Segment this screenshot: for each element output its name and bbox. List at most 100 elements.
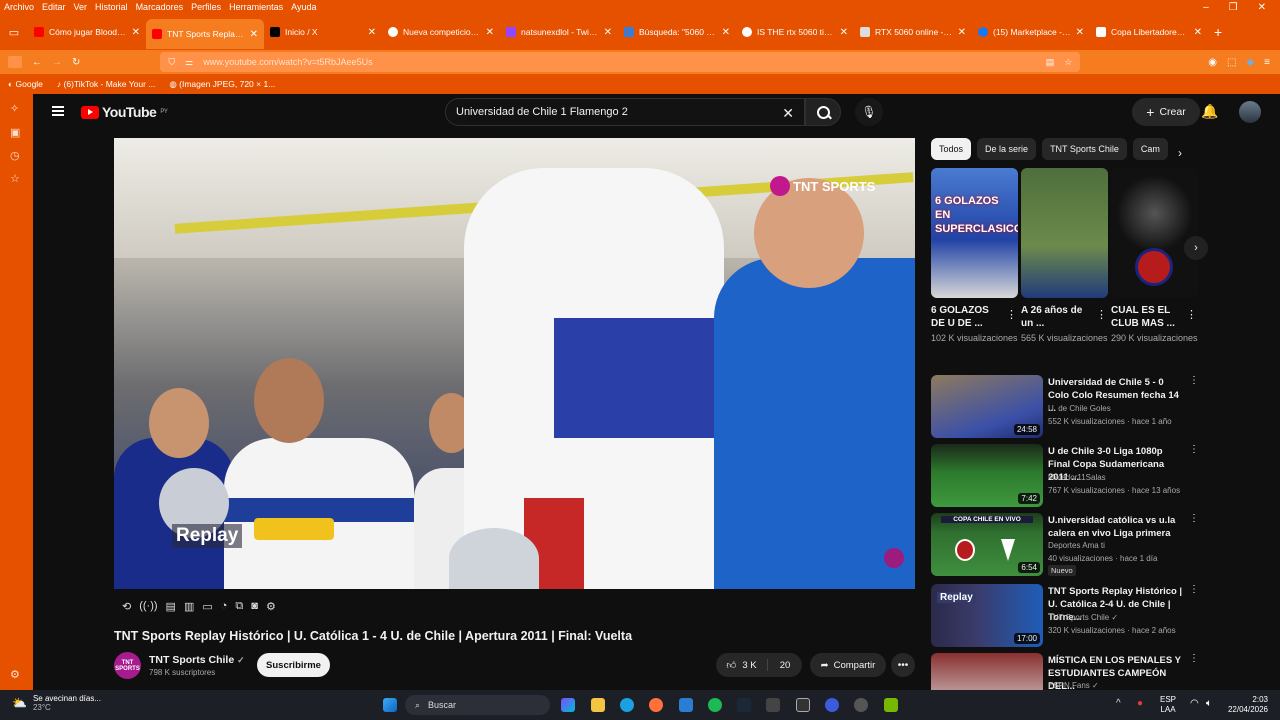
ea-app-icon[interactable] bbox=[825, 698, 839, 712]
video-menu-icon[interactable]: ⋮ bbox=[1189, 444, 1199, 455]
menu-archivo[interactable]: Archivo bbox=[4, 2, 34, 12]
close-tab-icon[interactable]: ✕ bbox=[604, 27, 612, 38]
url-bar[interactable]: ⛉ ⚌ www.youtube.com/watch?v=t5RbJAee5Us … bbox=[160, 52, 1081, 72]
new-tab-icon[interactable]: + bbox=[1214, 24, 1222, 40]
recommendation-item[interactable]: MÍSTICA EN LOS PENALES Y ESTUDIANTES CAM… bbox=[931, 653, 1195, 690]
short-item[interactable]: CUAL ES EL CLUB MAS ... 290 K visualizac… bbox=[1111, 168, 1198, 345]
browser-tab[interactable]: Cómo jugar Bloodborne✕ bbox=[28, 18, 146, 46]
tray-chevron-icon[interactable]: ^ bbox=[1116, 698, 1121, 709]
create-button[interactable]: + Crear bbox=[1132, 98, 1200, 126]
windows-start-icon[interactable] bbox=[383, 698, 397, 712]
minimize-icon[interactable]: – bbox=[1203, 2, 1209, 13]
notifications-bell-icon[interactable]: 🔔 bbox=[1201, 103, 1218, 120]
chip-todos[interactable]: Todos bbox=[931, 138, 972, 160]
browser-tab[interactable]: (15) Marketplace - Tarje✕ bbox=[972, 18, 1090, 46]
reader-view-icon[interactable]: ▤ bbox=[1046, 57, 1055, 68]
dislike-button[interactable]: 20 bbox=[768, 660, 802, 671]
spotify-icon[interactable] bbox=[708, 698, 722, 712]
bookmark-image[interactable]: ◍ (Imagen JPEG, 720 × 1... bbox=[169, 79, 275, 90]
tab-overview-icon[interactable]: ▭ bbox=[0, 26, 28, 39]
speed-icon[interactable]: ◔ bbox=[221, 600, 228, 612]
bookmark-star-icon[interactable]: ☆ bbox=[1064, 57, 1072, 68]
close-tab-icon[interactable]: ✕ bbox=[368, 27, 376, 38]
subscribe-button[interactable]: Suscribirme bbox=[257, 653, 330, 677]
video-channel[interactable]: Matador11Salas bbox=[1048, 473, 1106, 482]
weather-widget[interactable]: ⛅ Se avecinan días... 23°C bbox=[12, 694, 101, 712]
youtube-logo[interactable]: YouTube PY bbox=[81, 104, 168, 120]
settings-gear-icon[interactable]: ⚙ bbox=[266, 600, 276, 613]
short-item[interactable]: 6 GOLAZOS EN SUPERCLASICO 6 GOLAZOS DE U… bbox=[931, 168, 1018, 345]
search-button[interactable] bbox=[805, 98, 841, 126]
close-tab-icon[interactable]: ✕ bbox=[840, 27, 848, 38]
recommendation-item[interactable]: 24:58 Universidad de Chile 5 - 0 Colo Co… bbox=[931, 375, 1199, 439]
close-tab-icon[interactable]: ✕ bbox=[486, 27, 494, 38]
volume-icon[interactable]: 🔈︎ bbox=[1206, 698, 1212, 709]
guide-menu-icon[interactable] bbox=[52, 106, 64, 116]
chip-tnt-sports-chile[interactable]: TNT Sports Chile bbox=[1042, 138, 1127, 160]
menu-icon[interactable]: ≡ bbox=[1264, 57, 1270, 68]
close-tab-icon[interactable]: ✕ bbox=[132, 27, 140, 38]
github-icon[interactable] bbox=[854, 698, 868, 712]
video-player[interactable]: TNT SPORTS Replay bbox=[114, 138, 915, 589]
browser-tab[interactable]: Nueva competicion con✕ bbox=[382, 18, 500, 46]
chips-next-icon[interactable]: › bbox=[1178, 146, 1182, 160]
like-button[interactable]: 👍︎ 3 K bbox=[716, 659, 768, 671]
edge-icon[interactable] bbox=[620, 698, 634, 712]
menu-ver[interactable]: Ver bbox=[74, 2, 88, 12]
short-item[interactable]: A 26 años de un ... 565 K visualizacione… bbox=[1021, 168, 1108, 345]
recommendation-item[interactable]: COPA CHILE EN VIVO 6:54 U.niversidad cat… bbox=[931, 513, 1199, 577]
video-channel[interactable]: ESPN Fans ✓ bbox=[1048, 681, 1099, 690]
frame-icon[interactable]: ▭ bbox=[202, 600, 212, 613]
epic-games-icon[interactable] bbox=[796, 698, 810, 712]
synced-tabs-icon[interactable]: ▣ bbox=[10, 126, 20, 139]
close-tab-icon[interactable]: ✕ bbox=[958, 27, 966, 38]
browser-tab[interactable]: RTX 5060 online - Here✕ bbox=[854, 18, 972, 46]
browser-tab-active[interactable]: TNT Sports Replay Histó✕ bbox=[146, 19, 264, 49]
account-icon[interactable]: ◉ bbox=[1208, 57, 1217, 68]
menu-editar[interactable]: Editar bbox=[42, 2, 66, 12]
pip-icon[interactable]: ⧉ bbox=[235, 600, 243, 613]
menu-marcadores[interactable]: Marcadores bbox=[136, 2, 184, 12]
sidebar-toggle-icon[interactable] bbox=[8, 56, 22, 68]
chip-cam[interactable]: Cam bbox=[1132, 138, 1168, 160]
steam-icon[interactable] bbox=[737, 698, 751, 712]
video-menu-icon[interactable]: ⋮ bbox=[1189, 375, 1199, 386]
more-actions-button[interactable]: ••• bbox=[891, 653, 915, 677]
history-icon[interactable]: ◷ bbox=[10, 149, 20, 162]
shield-icon[interactable]: ⛉ bbox=[168, 57, 175, 68]
search-input[interactable]: Universidad de Chile 1 Flamengo 2 ✕ bbox=[445, 98, 805, 126]
film-icon[interactable]: ▥ bbox=[184, 600, 194, 613]
restore-icon[interactable]: ❐ bbox=[1229, 2, 1238, 13]
channel-avatar[interactable]: TNT SPORTS bbox=[114, 652, 141, 679]
chip-de-la-serie[interactable]: De la serie bbox=[977, 138, 1037, 160]
audio-icon[interactable]: ((·)) bbox=[139, 600, 157, 612]
menu-perfiles[interactable]: Perfiles bbox=[191, 2, 221, 12]
firefox-icon[interactable] bbox=[649, 698, 663, 712]
video-channel[interactable]: TNT Sports Chile ✓ bbox=[1048, 613, 1118, 622]
back-icon[interactable]: ← bbox=[32, 57, 42, 68]
ai-chat-icon[interactable]: ✧ bbox=[10, 102, 19, 115]
bookmark-google[interactable]: ◐ Google bbox=[8, 79, 43, 89]
menu-ayuda[interactable]: Ayuda bbox=[291, 2, 316, 12]
language-indicator[interactable]: ESP LAA bbox=[1160, 695, 1176, 715]
video-channel[interactable]: Deportes Ama ti bbox=[1048, 541, 1105, 550]
browser-tab[interactable]: Inicio / X ✕ bbox=[264, 18, 382, 46]
extensions-icon[interactable]: ⬚ bbox=[1227, 57, 1236, 68]
shorts-next-icon[interactable]: › bbox=[1184, 236, 1208, 260]
short-menu-icon[interactable]: ⋮ bbox=[1096, 308, 1107, 321]
close-window-icon[interactable]: ✕ bbox=[1258, 2, 1266, 13]
close-tab-icon[interactable]: ✕ bbox=[250, 29, 258, 40]
recommendation-item[interactable]: 7:42 U de Chile 3-0 Liga 1080p Final Cop… bbox=[931, 444, 1199, 508]
video-menu-icon[interactable]: ⋮ bbox=[1189, 513, 1199, 524]
browser-tab[interactable]: Copa Libertadores 2011✕ bbox=[1090, 18, 1208, 46]
loop-icon[interactable]: ⟲ bbox=[122, 600, 131, 613]
taskbar-search[interactable]: ⌕ Buscar bbox=[405, 695, 550, 715]
app-icon[interactable] bbox=[766, 698, 780, 712]
short-menu-icon[interactable]: ⋮ bbox=[1006, 308, 1017, 321]
short-menu-icon[interactable]: ⋮ bbox=[1186, 308, 1197, 321]
forward-icon[interactable]: → bbox=[52, 57, 62, 68]
permissions-icon[interactable]: ⚌ bbox=[185, 57, 193, 68]
user-avatar[interactable] bbox=[1239, 101, 1261, 123]
browser-tab[interactable]: IS THE rtx 5060 ti 16 gb✕ bbox=[736, 18, 854, 46]
menu-historial[interactable]: Historial bbox=[95, 2, 128, 12]
